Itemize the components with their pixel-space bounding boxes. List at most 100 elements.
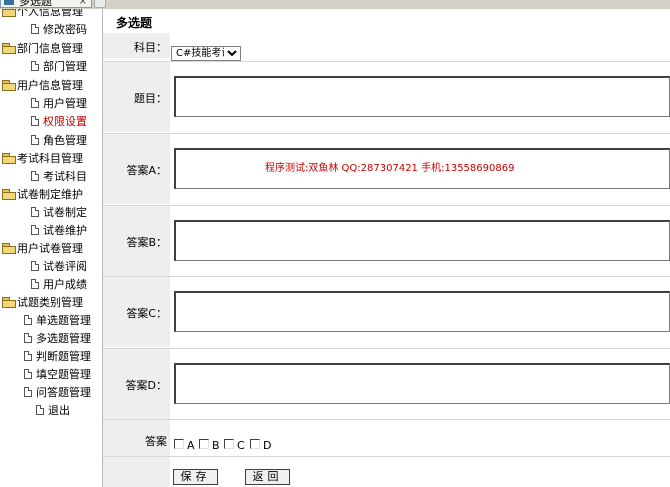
answer-b-textarea[interactable] (174, 220, 670, 261)
document-icon (31, 135, 39, 145)
subject-label-cell: 科目： (103, 33, 170, 58)
new-tab-icon[interactable] (94, 0, 106, 8)
folder-icon (2, 80, 16, 91)
tree-folder[interactable]: 考试科目管理 (2, 152, 83, 166)
document-icon (31, 98, 39, 108)
tree-folder[interactable]: 试题类别管理 (2, 296, 83, 310)
row-divider (103, 205, 670, 206)
tree-folder[interactable]: 部门信息管理 (2, 42, 83, 56)
document-icon (31, 116, 39, 126)
tree-link[interactable]: 试卷制定 (31, 206, 87, 220)
back-button[interactable]: 返回 (245, 469, 290, 485)
answer-d-textarea[interactable] (174, 363, 670, 404)
tree-link[interactable]: 角色管理 (31, 134, 87, 148)
document-icon (31, 279, 39, 289)
tree-item-label: 考试科目 (43, 170, 87, 183)
tree-link[interactable]: 单选题管理 (24, 314, 91, 328)
tree-item-label: 退出 (48, 404, 70, 417)
row-divider (103, 133, 670, 134)
folder-icon (2, 243, 16, 254)
option-a-label: A (187, 439, 195, 452)
tree-item-label: 试题类别管理 (17, 296, 83, 309)
tree-item-label: 试卷评阅 (43, 260, 87, 273)
option-b-checkbox[interactable] (199, 439, 209, 449)
row-divider (103, 61, 670, 62)
tree-link[interactable]: 修改密码 (31, 23, 87, 37)
tree-item-label: 用户试卷管理 (17, 242, 83, 255)
tree-item-label: 角色管理 (43, 134, 87, 147)
question-textarea[interactable] (174, 76, 670, 117)
tree-item-label: 考试科目管理 (17, 152, 83, 165)
folder-icon (2, 9, 16, 17)
option-d-checkbox[interactable] (250, 439, 260, 449)
answer-d-label-cell: 答案D： (103, 349, 170, 419)
main-content: 多选题 科目： 题目： 答案A： 答案B： 答案C： 答案D： 答案 C#技能考… (103, 9, 670, 487)
tree-item-label: 单选题管理 (36, 314, 91, 327)
save-button[interactable]: 保存 (173, 469, 218, 485)
option-a-checkbox[interactable] (174, 439, 184, 449)
tree-item-label: 用户管理 (43, 97, 87, 110)
tab-multiple-choice[interactable]: 多选题 × (0, 0, 92, 8)
document-icon (24, 351, 32, 361)
tree-link[interactable]: 多选题管理 (24, 332, 91, 346)
tree-item-label: 多选题管理 (36, 332, 91, 345)
question-label-cell: 题目： (103, 62, 170, 132)
answer-a-label: 答案A： (126, 164, 167, 177)
question-label: 题目： (134, 92, 167, 105)
answer-c-label: 答案C： (126, 307, 167, 320)
tree-item-label: 用户信息管理 (17, 79, 83, 92)
document-icon (31, 171, 39, 181)
tree-item-label: 个人信息管理 (17, 9, 83, 18)
tree-folder[interactable]: 用户信息管理 (2, 79, 83, 93)
subject-select[interactable]: C#技能考试 (171, 46, 241, 61)
answer-c-label-cell: 答案C： (103, 277, 170, 347)
tree-link[interactable]: 权限设置 (31, 115, 87, 129)
tree-link[interactable]: 退出 (36, 404, 70, 418)
option-c-label: C (237, 439, 245, 452)
tree-link[interactable]: 试卷评阅 (31, 260, 87, 274)
tree-item-label: 试卷维护 (43, 224, 87, 237)
answer-a-label-cell: 答案A： (103, 134, 170, 204)
tree-link[interactable]: 填空题管理 (24, 368, 91, 382)
page-title: 多选题 (116, 16, 153, 30)
tree-item-label: 部门管理 (43, 60, 87, 73)
tree-link[interactable]: 问答题管理 (24, 386, 91, 400)
tree-folder[interactable]: 用户试卷管理 (2, 242, 83, 256)
tree-folder[interactable]: 试卷制定维护 (2, 188, 83, 202)
option-c-checkbox[interactable] (224, 439, 234, 449)
folder-icon (2, 43, 16, 54)
tree-item-label: 问答题管理 (36, 386, 91, 399)
document-icon (31, 225, 39, 235)
credit-text: 程序测试:双鱼林 QQ:287307421 手机:13558690869 (265, 163, 515, 174)
tree-item-label: 用户成绩 (43, 278, 87, 291)
tree-item-label: 试卷制定维护 (17, 188, 83, 201)
tree-link[interactable]: 判断题管理 (24, 350, 91, 364)
answer-b-label-cell: 答案B： (103, 206, 170, 276)
answer-d-label: 答案D： (125, 379, 167, 392)
tree-link[interactable]: 用户管理 (31, 97, 87, 111)
option-d-label: D (263, 439, 272, 452)
tree-item-label: 权限设置 (43, 115, 87, 128)
row-divider (103, 456, 670, 457)
answer-label: 答案 (145, 435, 167, 448)
tree-link[interactable]: 部门管理 (31, 60, 87, 74)
tab-title: 多选题 (19, 0, 52, 8)
tree-link[interactable]: 试卷维护 (31, 224, 87, 238)
answer-b-label: 答案B： (126, 236, 167, 249)
tree-folder[interactable]: 个人信息管理 (2, 9, 83, 19)
row-divider (103, 348, 670, 349)
document-icon (24, 369, 32, 379)
document-icon (31, 61, 39, 71)
tree-link[interactable]: 用户成绩 (31, 278, 87, 292)
folder-icon (2, 189, 16, 200)
row-divider (103, 276, 670, 277)
document-icon (24, 333, 32, 343)
tree-link[interactable]: 考试科目 (31, 170, 87, 184)
row-divider (103, 419, 670, 420)
close-icon[interactable]: × (79, 0, 87, 8)
page-icon (4, 0, 14, 5)
document-icon (31, 24, 39, 34)
document-icon (24, 315, 32, 325)
answer-c-textarea[interactable] (174, 291, 670, 332)
document-icon (31, 207, 39, 217)
